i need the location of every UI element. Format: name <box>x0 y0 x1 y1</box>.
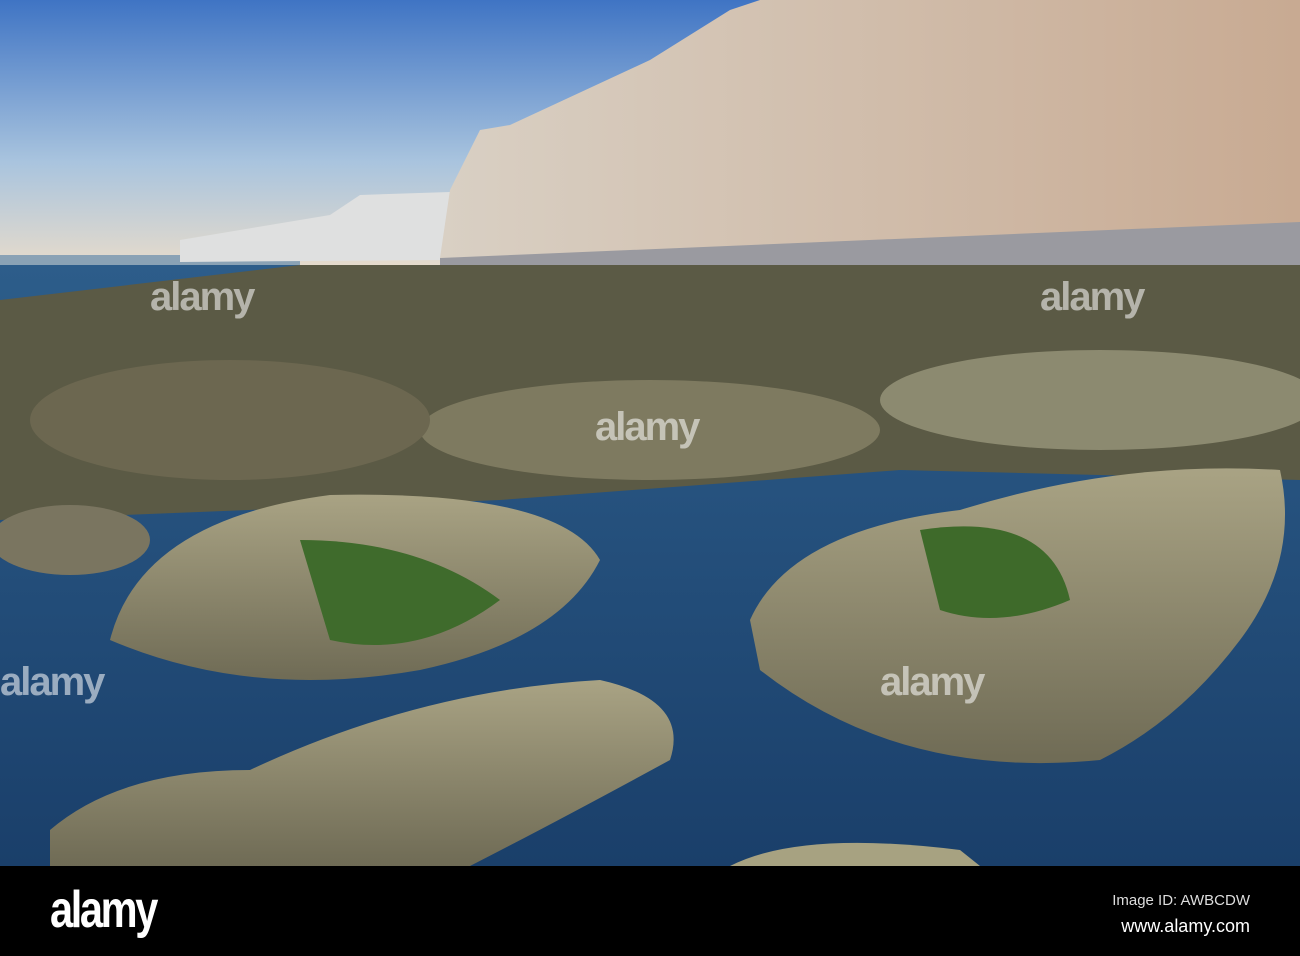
watermark-text: alamy <box>150 275 255 319</box>
alamy-logo: alamy <box>50 881 158 939</box>
watermark-text: alamy <box>595 405 700 449</box>
image-id: Image ID: AWBCDW <box>1112 892 1250 909</box>
watermark-text: alamy <box>1040 275 1145 319</box>
watermark-text: alamy <box>0 660 105 704</box>
footer-bar: alamy Image ID: AWBCDW www.alamy.com <box>0 866 1300 956</box>
watermark-text: alamy <box>880 660 985 704</box>
coastal-cliffs-photo: alamy alamy alamy alamy alamy <box>0 0 1300 866</box>
site-url: www.alamy.com <box>1121 916 1250 936</box>
